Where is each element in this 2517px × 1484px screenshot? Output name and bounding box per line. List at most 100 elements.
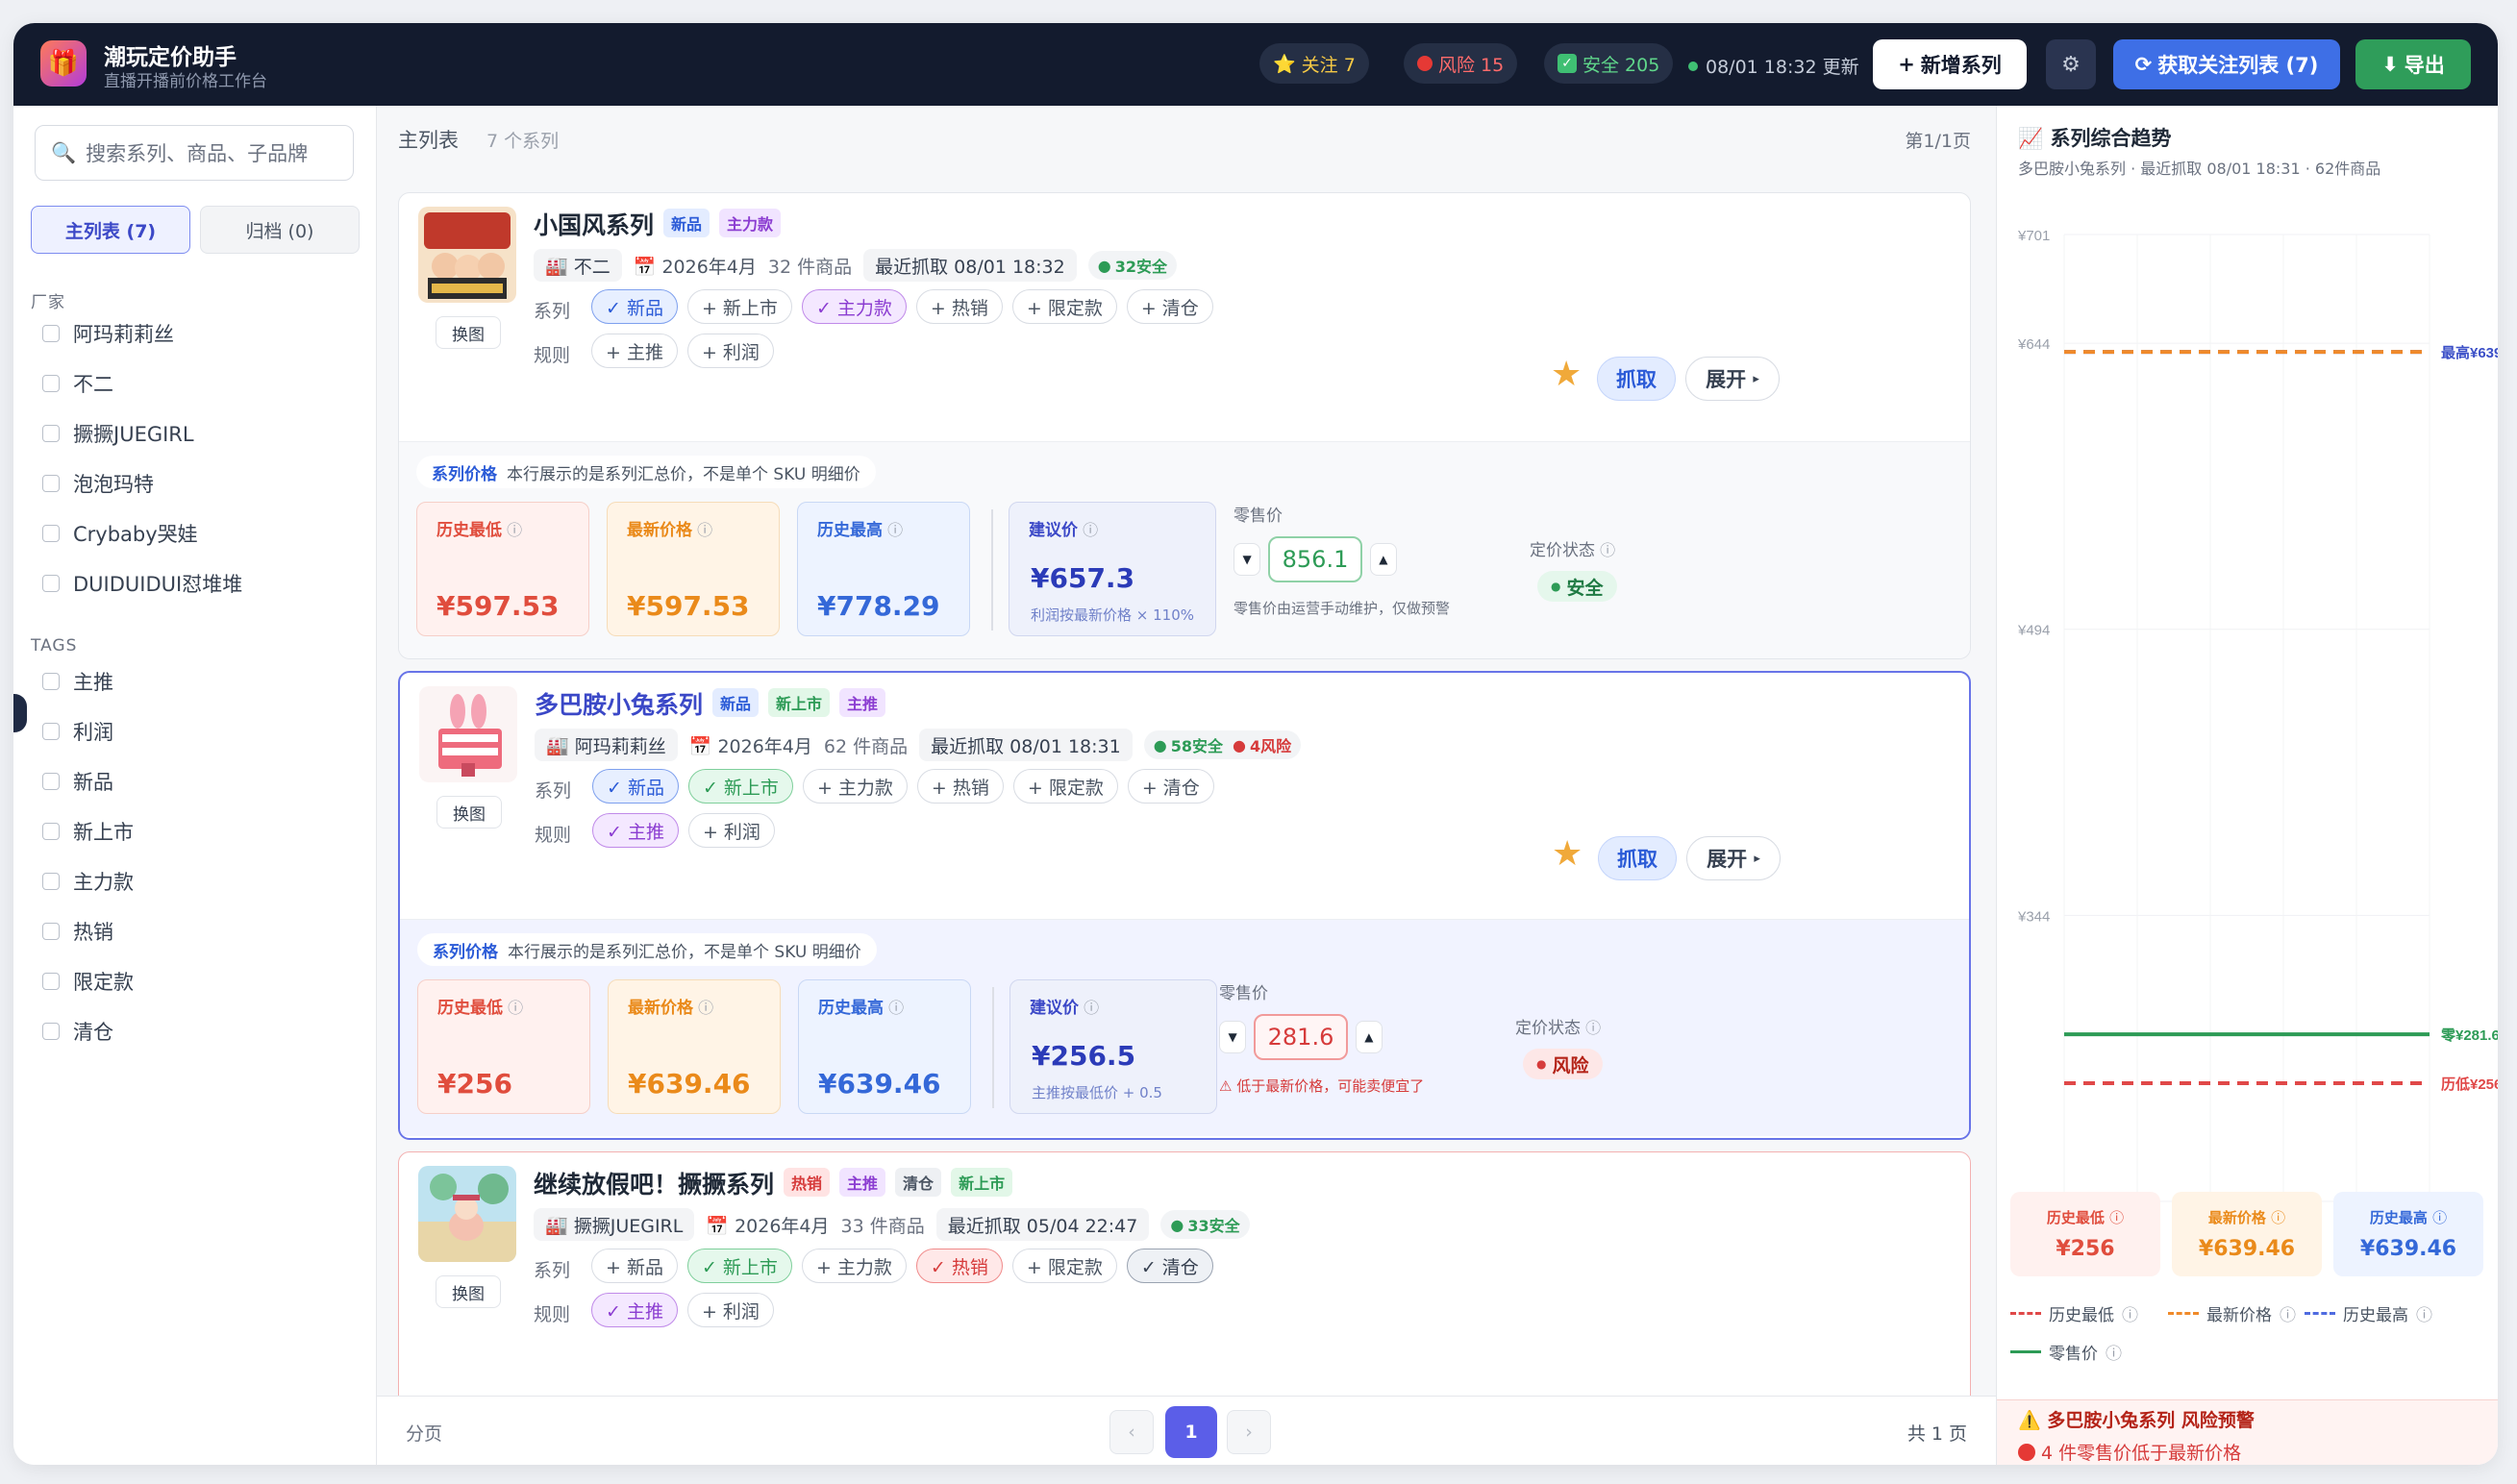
maker-filter-0[interactable]: 阿玛莉莉丝 xyxy=(42,319,174,348)
info-icon[interactable]: ⓘ xyxy=(888,999,904,1017)
pill-profit[interactable]: + 利润 xyxy=(686,334,774,368)
pill-just-listed[interactable]: ✓ 新上市 xyxy=(686,1249,792,1283)
pill-limited[interactable]: + 限定款 xyxy=(1012,769,1118,804)
star-icon[interactable]: ★ xyxy=(1552,834,1582,874)
fetch-button[interactable]: 抓取 xyxy=(1598,836,1677,880)
pill-clearance[interactable]: + 清仓 xyxy=(1127,769,1214,804)
next-page-button[interactable]: › xyxy=(1227,1410,1271,1454)
checkbox[interactable] xyxy=(42,773,60,790)
pill-main-model[interactable]: + 主力款 xyxy=(802,769,908,804)
pill-just-listed[interactable]: ✓ 新上市 xyxy=(687,769,793,804)
expand-button[interactable]: 展开 ▸ xyxy=(1686,836,1781,880)
checkbox[interactable] xyxy=(42,873,60,890)
star-icon[interactable]: ★ xyxy=(1551,355,1582,394)
maker-filter-5[interactable]: DUIDUIDUI怼堆堆 xyxy=(42,569,242,598)
info-icon[interactable]: ⓘ xyxy=(507,521,522,539)
pill-new[interactable]: + 新品 xyxy=(591,1249,678,1283)
tag-filter-5[interactable]: 热销 xyxy=(42,917,113,946)
retail-price-input[interactable]: 856.1 xyxy=(1268,536,1362,582)
series-card-0[interactable]: 换图 小国风系列 新品 主力款 🏭 不二 📅 2026年4月 32 件商品 最近抓取… xyxy=(398,192,1971,659)
tab-archive[interactable]: 归档 (0) xyxy=(200,206,360,254)
pill-clearance[interactable]: ✓ 清仓 xyxy=(1126,1249,1213,1283)
pill-push[interactable]: ✓ 主推 xyxy=(592,813,679,848)
pill-main-model[interactable]: ✓ 主力款 xyxy=(801,289,907,324)
info-icon[interactable]: ⓘ xyxy=(2432,1209,2447,1226)
swap-image-button[interactable]: 换图 xyxy=(436,316,501,349)
fetch-button[interactable]: 抓取 xyxy=(1597,357,1676,401)
series-card-1[interactable]: 换图 多巴胺小兔系列 新品 新上市 主推 🏭 阿玛莉莉丝 📅 2026年4月 62 件… xyxy=(398,671,1971,1140)
info-icon[interactable]: ⓘ xyxy=(508,999,523,1017)
pill-new[interactable]: ✓ 新品 xyxy=(592,769,679,804)
checkbox[interactable] xyxy=(42,973,60,990)
fetch-follow-list-button[interactable]: ⟳ 获取关注列表 (7) xyxy=(2113,39,2340,89)
pill-clearance[interactable]: + 清仓 xyxy=(1126,289,1213,324)
info-icon[interactable]: ⓘ xyxy=(2109,1209,2124,1226)
checkbox[interactable] xyxy=(42,475,60,492)
decrease-icon[interactable]: ▼ xyxy=(1219,1021,1247,1053)
pill-hot[interactable]: + 热销 xyxy=(915,289,1003,324)
pill-push[interactable]: ✓ 主推 xyxy=(591,1293,678,1327)
pill-hot[interactable]: ✓ 热销 xyxy=(915,1249,1003,1283)
checkbox[interactable] xyxy=(42,723,60,740)
info-icon[interactable]: ⓘ xyxy=(1585,1019,1601,1037)
info-icon[interactable]: ⓘ xyxy=(698,999,713,1017)
risk-counter[interactable]: 风险 15 xyxy=(1404,43,1518,84)
info-icon[interactable]: ⓘ xyxy=(2122,1301,2138,1325)
maker-filter-4[interactable]: Crybaby哭娃 xyxy=(42,519,198,548)
tag-filter-7[interactable]: 清仓 xyxy=(42,1017,113,1046)
pill-profit[interactable]: + 利润 xyxy=(687,813,775,848)
maker-filter-1[interactable]: 不二 xyxy=(42,369,113,398)
tag-filter-2[interactable]: 新品 xyxy=(42,767,113,796)
maker-filter-3[interactable]: 泡泡玛特 xyxy=(42,469,154,498)
pill-hot[interactable]: + 热销 xyxy=(916,769,1004,804)
pill-main-model[interactable]: + 主力款 xyxy=(801,1249,907,1283)
maker-filter-2[interactable]: 撅撅JUEGIRL xyxy=(42,419,194,448)
page-button-1[interactable]: 1 xyxy=(1165,1406,1217,1458)
tab-main-list[interactable]: 主列表 (7) xyxy=(31,206,190,254)
increase-icon[interactable]: ▲ xyxy=(1355,1021,1383,1053)
info-icon[interactable]: ⓘ xyxy=(2416,1301,2432,1325)
pill-limited[interactable]: + 限定款 xyxy=(1011,289,1117,324)
safe-counter[interactable]: ✓ 安全 205 xyxy=(1544,43,1674,84)
info-icon[interactable]: ⓘ xyxy=(1084,999,1099,1017)
series-thumbnail[interactable] xyxy=(418,1166,516,1262)
info-icon[interactable]: ⓘ xyxy=(1083,521,1098,539)
settings-button[interactable]: ⚙ xyxy=(2046,39,2096,89)
series-thumbnail[interactable] xyxy=(418,207,516,303)
export-button[interactable]: ⬇ 导出 xyxy=(2355,39,2471,89)
pill-profit[interactable]: + 利润 xyxy=(686,1293,774,1327)
search-input[interactable]: 🔍 搜索系列、商品、子品牌 xyxy=(35,125,354,181)
series-thumbnail[interactable] xyxy=(419,686,517,782)
follow-counter[interactable]: ⭐ 关注 7 xyxy=(1259,43,1369,84)
info-icon[interactable]: ⓘ xyxy=(1600,541,1615,559)
prev-page-button[interactable]: ‹ xyxy=(1109,1410,1154,1454)
tag-filter-1[interactable]: 利润 xyxy=(42,717,113,746)
checkbox[interactable] xyxy=(42,575,60,592)
checkbox[interactable] xyxy=(42,1023,60,1040)
checkbox[interactable] xyxy=(42,375,60,392)
tag-filter-0[interactable]: 主推 xyxy=(42,667,113,696)
swap-image-button[interactable]: 换图 xyxy=(436,796,502,829)
checkbox[interactable] xyxy=(42,923,60,940)
info-icon[interactable]: ⓘ xyxy=(887,521,903,539)
checkbox[interactable] xyxy=(42,673,60,690)
pill-new[interactable]: ✓ 新品 xyxy=(591,289,678,324)
tag-filter-3[interactable]: 新上市 xyxy=(42,817,134,846)
info-icon[interactable]: ⓘ xyxy=(2280,1301,2296,1325)
retail-price-input[interactable]: 281.6 xyxy=(1254,1014,1348,1060)
checkbox[interactable] xyxy=(42,525,60,542)
decrease-icon[interactable]: ▼ xyxy=(1234,543,1261,576)
sidebar-collapse-handle[interactable] xyxy=(13,694,27,732)
pill-just-listed[interactable]: + 新上市 xyxy=(686,289,792,324)
tag-filter-6[interactable]: 限定款 xyxy=(42,967,134,996)
increase-icon[interactable]: ▲ xyxy=(1369,543,1397,576)
pill-push[interactable]: + 主推 xyxy=(591,334,678,368)
series-list-scroll[interactable]: 换图 小国风系列 新品 主力款 🏭 不二 📅 2026年4月 32 件商品 最近抓取… xyxy=(377,165,1996,1396)
checkbox[interactable] xyxy=(42,425,60,442)
info-icon[interactable]: ⓘ xyxy=(2271,1209,2285,1226)
tag-filter-4[interactable]: 主力款 xyxy=(42,867,134,896)
series-card-2[interactable]: 换图 继续放假吧！撅撅系列 热销 主推 清仓 新上市 🏭 撅撅JUEGIRL 📅 202… xyxy=(398,1151,1971,1396)
expand-button[interactable]: 展开 ▸ xyxy=(1685,357,1780,401)
checkbox[interactable] xyxy=(42,823,60,840)
checkbox[interactable] xyxy=(42,325,60,342)
